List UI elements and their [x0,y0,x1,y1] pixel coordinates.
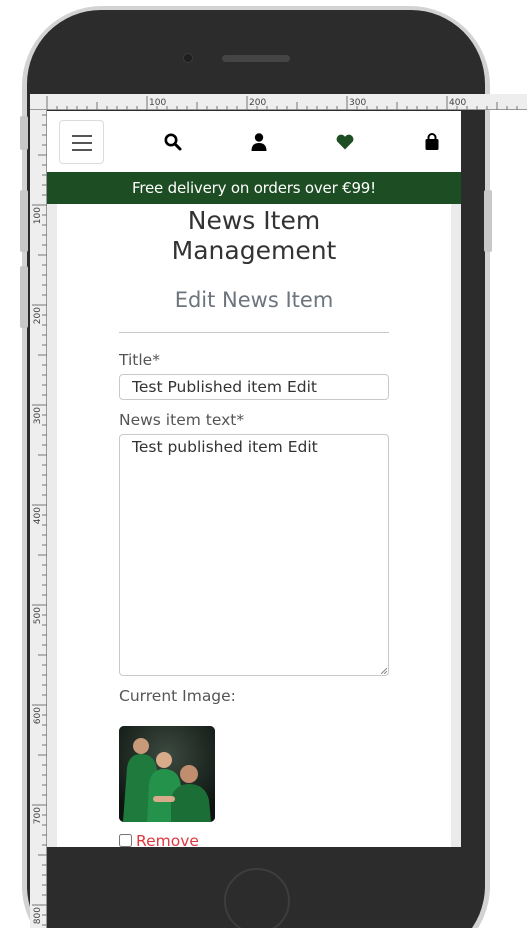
front-camera [183,53,193,63]
hamburger-bar [72,142,92,144]
ruler-label: 500 [33,607,43,624]
hamburger-icon [72,135,92,137]
vertical-ruler: 100 200 300 400 500 600 700 800 [30,110,47,928]
ruler-label: 300 [33,407,43,424]
shopping-bag-icon[interactable] [422,132,442,152]
title-input[interactable] [119,374,389,400]
device-screen: Free delivery on orders over €99! News I… [47,111,461,847]
ruler-label: 400 [33,507,43,524]
remove-image-label[interactable]: Remove [136,832,199,847]
emulator-stage: { "header": { "menu_icon": "hamburger-ic… [0,0,527,928]
horizontal-ruler: 100 200 300 400 [30,94,527,110]
ruler-label: 100 [33,207,43,224]
heart-icon[interactable] [335,132,355,152]
ruler-label: 100 [149,98,166,108]
ruler-label: 600 [33,707,43,724]
ruler-label: 800 [33,907,43,924]
news-text-label: News item text* [119,411,245,429]
rugby-players-photo [119,726,215,822]
textarea-resize-grip[interactable] [381,668,387,674]
user-icon[interactable] [249,132,269,152]
ruler-label: 700 [33,807,43,824]
horizontal-ruler-ticks: 100 200 300 400 [46,96,518,110]
volume-up-button [20,190,28,252]
ruler-label: 200 [33,307,43,324]
ruler-label: 400 [449,98,466,108]
ruler-label: 200 [249,98,266,108]
mute-switch [20,116,28,150]
hamburger-menu-button[interactable] [59,120,104,164]
banner-text: Free delivery on orders over €99! [132,179,376,197]
page-subtitle: Edit News Item [174,288,334,312]
home-button[interactable] [224,868,290,928]
title-label: Title* [119,351,160,369]
free-delivery-banner: Free delivery on orders over €99! [47,172,461,204]
section-divider [119,332,389,333]
power-button [484,190,492,252]
vertical-ruler-ticks: 100 200 300 400 500 600 700 800 [32,114,47,926]
earpiece-speaker [222,55,290,62]
remove-image-checkbox[interactable] [119,834,132,847]
current-image-label: Current Image: [119,687,236,705]
current-image-thumbnail [119,726,215,822]
hamburger-bar [72,149,92,151]
volume-down-button [20,266,28,328]
page-title-line-1: News Item [187,206,321,235]
main-content: News Item Management Edit News Item Titl… [57,204,451,847]
search-icon[interactable] [163,132,183,152]
top-navbar [47,111,461,172]
page-title: News Item Management [57,206,451,266]
ruler-label: 300 [349,98,366,108]
page-title-line-2: Management [171,236,337,265]
news-text-textarea[interactable]: Test published item Edit [119,434,389,676]
